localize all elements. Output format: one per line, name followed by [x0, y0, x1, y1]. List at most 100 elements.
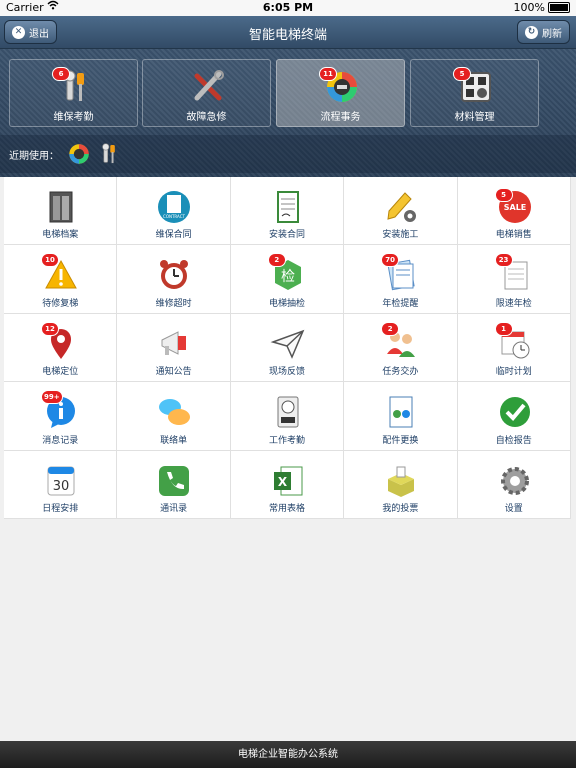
grid-item-task-assignment[interactable]: 2 任务交办 [344, 313, 458, 383]
grid-item-label: 维修超时 [155, 298, 192, 309]
category-maintenance-attendance[interactable]: 6 维保考勤 [9, 59, 138, 127]
grid-item-notice[interactable]: 通知公告 [117, 313, 231, 383]
badge: 2 [267, 253, 286, 268]
badge: 5 [453, 67, 471, 81]
category-material-management[interactable]: 5 材料管理 [410, 59, 539, 127]
recent-tools-icon[interactable] [98, 143, 120, 165]
grid-item-label: 待修复梯 [42, 298, 79, 309]
file-exchange-icon [383, 394, 419, 430]
category-label: 维保考勤 [53, 112, 94, 123]
badge: 6 [52, 67, 70, 81]
badge: 2 [381, 321, 400, 336]
grid-item-label: 安装施工 [382, 230, 419, 241]
svg-text:X: X [278, 475, 288, 489]
svg-text:CONTRACT: CONTRACT [163, 214, 185, 219]
clock: 6:05 PM [262, 1, 314, 14]
grid-item-label: 日程安排 [42, 503, 79, 514]
svg-text:SALE: SALE [503, 203, 526, 212]
recent-bar: 近期使用： [0, 135, 576, 173]
category-process-affairs[interactable]: 11 流程事务 [276, 59, 405, 127]
grid-item-elevator-inspection[interactable]: 检 2 电梯抽检 [230, 245, 345, 314]
grid-item-label: 自检报告 [495, 435, 532, 446]
grid-item-parts-replacement[interactable]: 配件更换 [344, 382, 458, 451]
pencil-gear-icon [383, 189, 419, 225]
nav-bar: ✕ 退出 智能电梯终端 ↻ 刷新 [0, 16, 576, 49]
checkmark-icon [497, 394, 533, 430]
grid-item-message-log[interactable]: 99+ 消息记录 [4, 382, 118, 451]
grid-item-field-feedback[interactable]: 现场反馈 [230, 313, 345, 383]
grid-item-my-vote[interactable]: 我的投票 [344, 450, 458, 519]
grid-item-temporary-plan[interactable]: 1 临时计划 [457, 313, 571, 383]
grid-item-elevator-sales[interactable]: SALE 5 电梯销售 [457, 177, 571, 246]
badge: 70 [381, 253, 400, 268]
category-panel: 6 维保考勤 故障急修 11 流程事务 5 材料管理 近期使用： [0, 49, 576, 177]
alarm-clock-icon [156, 257, 192, 293]
grid-item-schedule[interactable]: 30 日程安排 [4, 450, 118, 519]
refresh-icon: ↻ [525, 25, 538, 39]
grid-item-label: 限速年检 [495, 298, 532, 309]
contract-icon: CONTRACT [156, 189, 192, 225]
calendar-icon: 30 [43, 463, 79, 499]
grid-item-self-inspection-report[interactable]: 自检报告 [457, 382, 571, 451]
grid-item-annual-inspection-reminder[interactable]: 70 年检提醒 [344, 245, 458, 314]
excel-icon: X [270, 463, 306, 499]
battery-percent: 100% [513, 1, 545, 14]
grid-item-label: 安装合同 [268, 230, 305, 241]
chat-bubbles-icon [156, 394, 192, 430]
grid-item-install-construction[interactable]: 安装施工 [344, 177, 458, 246]
grid-item-pending-repair[interactable]: 10 待修复梯 [4, 245, 118, 314]
grid-item-label: 电梯销售 [495, 230, 532, 241]
grid-item-label: 消息记录 [42, 435, 79, 446]
badge: 23 [494, 253, 513, 268]
grid-item-label: 工作考勤 [268, 435, 305, 446]
document-icon [270, 189, 306, 225]
refresh-button[interactable]: ↻ 刷新 [517, 20, 570, 44]
grid-item-label: 年检提醒 [382, 298, 419, 309]
grid-item-label: 临时计划 [495, 367, 532, 378]
grid-item-label: 通知公告 [155, 367, 192, 378]
category-emergency-repair[interactable]: 故障急修 [142, 59, 271, 127]
grid-item-label: 设置 [504, 503, 523, 514]
grid-item-repair-timeout[interactable]: 维修超时 [117, 245, 231, 314]
footer: 电梯企业智能办公系统 [0, 741, 576, 768]
grid-item-elevator-location[interactable]: 12 电梯定位 [4, 313, 118, 383]
grid-item-label: 电梯定位 [42, 367, 79, 378]
grid-item-settings[interactable]: 设置 [457, 450, 571, 519]
grid-item-label: 配件更换 [382, 435, 419, 446]
badge: 11 [319, 67, 337, 81]
grid-item-label: 维保合同 [155, 230, 192, 241]
svg-text:检: 检 [281, 269, 295, 285]
grid-item-label: 现场反馈 [268, 367, 305, 378]
grid-item-speed-limit-annual-inspection[interactable]: 23 限速年检 [457, 245, 571, 314]
category-label: 故障急修 [186, 112, 227, 123]
ballot-box-icon [383, 463, 419, 499]
grid-item-label: 联络单 [160, 435, 188, 446]
battery-icon [548, 2, 570, 13]
grid-item-contact-sheet[interactable]: 联络单 [117, 382, 231, 451]
grid-item-label: 任务交办 [382, 367, 419, 378]
settings-gear-icon [497, 463, 533, 499]
megaphone-icon [156, 326, 192, 362]
battery: 100% [514, 1, 570, 14]
grid-item-work-attendance[interactable]: 工作考勤 [230, 382, 345, 451]
time-clock-icon [270, 394, 306, 430]
badge: 5 [494, 188, 513, 202]
grid-item-common-forms[interactable]: X 常用表格 [230, 450, 345, 519]
page-title: 智能电梯终端 [248, 28, 327, 43]
badge: 1 [494, 321, 513, 336]
grid-item-maintenance-contract[interactable]: CONTRACT 维保合同 [117, 177, 231, 246]
grid-item-address-book[interactable]: 通讯录 [117, 450, 231, 519]
grid-item-label: 电梯抽检 [268, 298, 305, 309]
grid-item-label: 我的投票 [382, 503, 419, 514]
recent-process-wheel-icon[interactable] [68, 143, 90, 165]
badge: 12 [41, 321, 59, 336]
grid-item-elevator-archive[interactable]: 电梯档案 [4, 177, 118, 246]
badge: 99+ [41, 390, 63, 405]
calendar-day: 30 [53, 479, 70, 494]
grid-item-install-contract[interactable]: 安装合同 [230, 177, 345, 246]
grid-item-label: 通讯录 [160, 503, 188, 514]
phone-icon [156, 463, 192, 499]
wrench-screwdriver-icon [191, 70, 225, 104]
status-bar: Carrier 6:05 PM 100% [0, 0, 576, 16]
badge: 10 [41, 253, 59, 268]
